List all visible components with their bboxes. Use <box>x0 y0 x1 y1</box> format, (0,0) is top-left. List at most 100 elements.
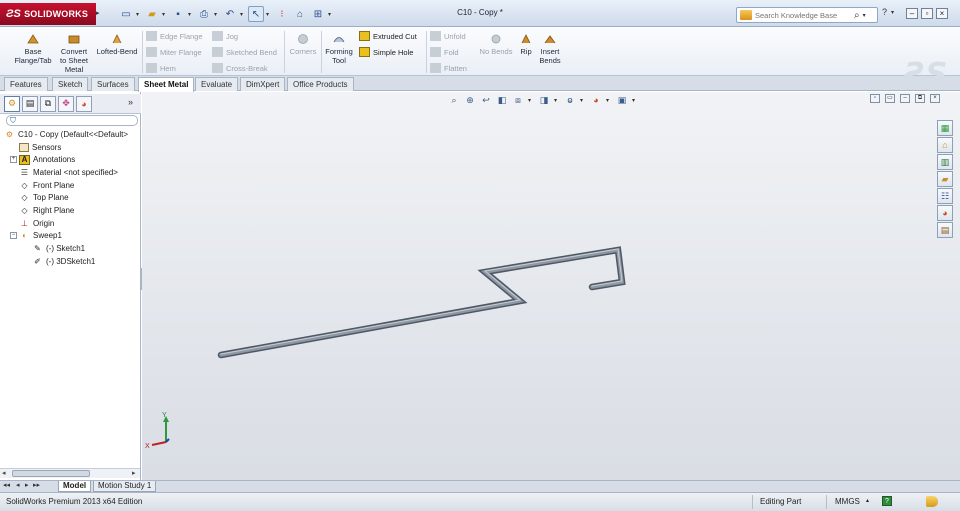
origin-icon: ⊥ <box>21 218 28 228</box>
sketched-bend-button[interactable]: Sketched Bend <box>212 47 277 57</box>
save-icon[interactable]: ▪ <box>170 6 186 22</box>
unfold-button[interactable]: Unfold <box>430 31 466 41</box>
rebuild-traffic-light-icon[interactable]: ⁝ <box>274 6 290 22</box>
close-icon[interactable]: × <box>936 8 948 19</box>
simple-hole-button[interactable]: Simple Hole <box>359 47 413 57</box>
tree-item-label: Front Plane <box>33 180 75 190</box>
first-tab-icon[interactable]: ◂◂ <box>3 481 10 489</box>
cross-break-button[interactable]: Cross-Break <box>212 63 268 73</box>
solidworks-logo[interactable]: ƧS SOLIDWORKS <box>0 3 96 25</box>
title-bar: ƧS SOLIDWORKS ▸ ▭ ▾ ▰ ▾ ▪ ▾ ⎙ ▾ ↶ ▾ ↖ ▾ ⁝ ⌂ ⊞ ▾ … <box>0 0 960 27</box>
chevron-down-icon[interactable]: ▾ <box>863 12 869 19</box>
last-tab-icon[interactable]: ▸▸ <box>33 481 40 489</box>
convert-to-sheet-metal-button[interactable]: Convert to Sheet Metal <box>58 33 90 74</box>
tab-sheet-metal[interactable]: Sheet Metal <box>138 77 195 92</box>
tag-icon[interactable] <box>926 496 938 507</box>
tab-office-products[interactable]: Office Products <box>287 77 354 91</box>
search-input[interactable] <box>755 10 851 20</box>
panel-tabs: ⚙ ▤ ⧉ ✥ ◕ <box>0 94 141 114</box>
graphics-area[interactable]: ⌕ ⊕ ↩ ◧ ⧈ ▾ ◨ ▾ ⱺ ▾ ◕ ▾ ▣ ▾ ▫ ▭ – ⧉ × ▦ ⌂ ▥ ▰… <box>142 92 960 480</box>
search-icon[interactable]: ⌕ <box>854 10 860 21</box>
jog-button[interactable]: Jog <box>212 31 238 41</box>
flatten-button[interactable]: Flatten <box>430 63 467 73</box>
ribbon-separator <box>426 31 427 73</box>
expand-icon[interactable]: + <box>10 156 17 164</box>
tree-item-sweep1[interactable]: − ◐ Sweep1 <box>4 230 140 243</box>
dimxpert-manager-tab-icon[interactable]: ✥ <box>58 95 74 112</box>
prev-tab-icon[interactable]: ◂ <box>16 481 20 489</box>
insert-bends-button[interactable]: Insert Bends <box>537 33 563 65</box>
display-manager-tab-icon[interactable]: ◕ <box>76 95 92 112</box>
forming-tool-button[interactable]: Forming Tool <box>324 33 354 65</box>
sweep-tube-path[interactable] <box>217 246 626 359</box>
unit-system-selector[interactable]: MMGS <box>835 497 860 506</box>
tree-root[interactable]: ⚙ C10 - Copy (Default<<Default> <box>4 128 140 141</box>
chevron-right-icon[interactable]: » <box>128 97 133 107</box>
chevron-up-icon[interactable]: ▴ <box>866 497 869 504</box>
tree-item-right-plane[interactable]: ◇ Right Plane <box>4 204 140 217</box>
base-flange-button[interactable]: Base Flange/Tab <box>10 33 56 65</box>
feature-tree-tab-icon[interactable]: ⚙ <box>4 95 20 112</box>
chevron-down-icon[interactable]: ▾ <box>136 11 142 18</box>
menu-arrow-icon[interactable]: ▸ <box>96 5 102 23</box>
tab-dimxpert[interactable]: DimXpert <box>240 77 286 91</box>
miter-flange-button[interactable]: Miter Flange <box>146 47 202 57</box>
chevron-down-icon[interactable]: ▾ <box>328 11 334 18</box>
unfold-icon <box>430 31 441 41</box>
search-knowledge-base[interactable]: ⌕▾ <box>736 7 878 23</box>
scroll-left-icon[interactable]: ◂ <box>2 469 6 477</box>
tab-motion-study-1[interactable]: Motion Study 1 <box>93 481 157 492</box>
tree-item-origin[interactable]: ⊥ Origin <box>4 217 140 230</box>
print-icon[interactable]: ⎙ <box>196 6 212 22</box>
options-icon[interactable]: ⊞ <box>310 6 326 22</box>
collapse-icon[interactable]: − <box>10 232 17 240</box>
open-folder-icon[interactable]: ▰ <box>144 6 160 22</box>
plane-icon: ◇ <box>21 193 28 203</box>
minimize-icon[interactable]: – <box>906 8 918 19</box>
chevron-down-icon[interactable]: ▾ <box>891 9 897 16</box>
scroll-right-icon[interactable]: ▸ <box>132 469 136 477</box>
configuration-manager-tab-icon[interactable]: ⧉ <box>40 95 56 112</box>
rip-button[interactable]: Rip <box>517 33 535 56</box>
chevron-down-icon[interactable]: ▾ <box>214 11 220 18</box>
chevron-down-icon[interactable]: ▾ <box>162 11 168 18</box>
fold-button[interactable]: Fold <box>430 47 459 57</box>
tree-item-3dsketch1[interactable]: ✐ (-) 3DSketch1 <box>4 255 140 268</box>
scrollbar-thumb[interactable] <box>12 470 90 477</box>
lofted-bend-button[interactable]: Lofted-Bend <box>94 33 140 56</box>
tab-features[interactable]: Features <box>4 77 48 91</box>
tab-evaluate[interactable]: Evaluate <box>195 77 239 91</box>
tree-item-front-plane[interactable]: ◇ Front Plane <box>4 179 140 192</box>
new-document-icon[interactable]: ▭ <box>118 6 134 22</box>
panel-horizontal-scrollbar[interactable]: ◂ ▸ <box>0 468 140 478</box>
corners-label: Corners <box>289 47 317 56</box>
next-tab-icon[interactable]: ▸ <box>25 481 29 489</box>
chevron-down-icon[interactable]: ▾ <box>240 11 246 18</box>
help-icon[interactable]: ? <box>882 7 887 17</box>
undo-icon[interactable]: ↶ <box>222 6 238 22</box>
chevron-down-icon[interactable]: ▾ <box>188 11 194 18</box>
tab-sketch[interactable]: Sketch <box>52 77 89 91</box>
chevron-down-icon[interactable]: ▾ <box>266 11 272 18</box>
feature-filter-input[interactable]: ⛉ <box>6 115 138 126</box>
file-properties-icon[interactable]: ⌂ <box>292 6 308 22</box>
edge-flange-button[interactable]: Edge Flange <box>146 31 203 41</box>
hem-button[interactable]: Hem <box>146 63 176 73</box>
corners-button[interactable]: Corners <box>287 33 319 56</box>
swept-tube-model[interactable] <box>142 92 960 480</box>
extruded-cut-button[interactable]: Extruded Cut <box>359 31 417 41</box>
property-manager-tab-icon[interactable]: ▤ <box>22 95 38 112</box>
tree-item-annotations[interactable]: + A Annotations <box>4 153 140 166</box>
tree-item-sensors[interactable]: Sensors <box>4 141 140 154</box>
tab-surfaces[interactable]: Surfaces <box>91 77 135 91</box>
tree-item-material[interactable]: ☰ Material <not specified> <box>4 166 140 179</box>
select-cursor-icon[interactable]: ↖ <box>248 6 264 22</box>
fold-label: Fold <box>444 47 459 57</box>
tree-item-top-plane[interactable]: ◇ Top Plane <box>4 191 140 204</box>
quick-tips-icon[interactable]: ? <box>882 496 892 506</box>
part-icon: ⚙ <box>5 129 14 139</box>
restore-icon[interactable]: ▫ <box>921 8 933 19</box>
tab-model[interactable]: Model <box>58 481 92 492</box>
no-bends-button[interactable]: No Bends <box>478 33 514 56</box>
tree-item-sketch1[interactable]: ✎ (-) Sketch1 <box>4 242 140 255</box>
